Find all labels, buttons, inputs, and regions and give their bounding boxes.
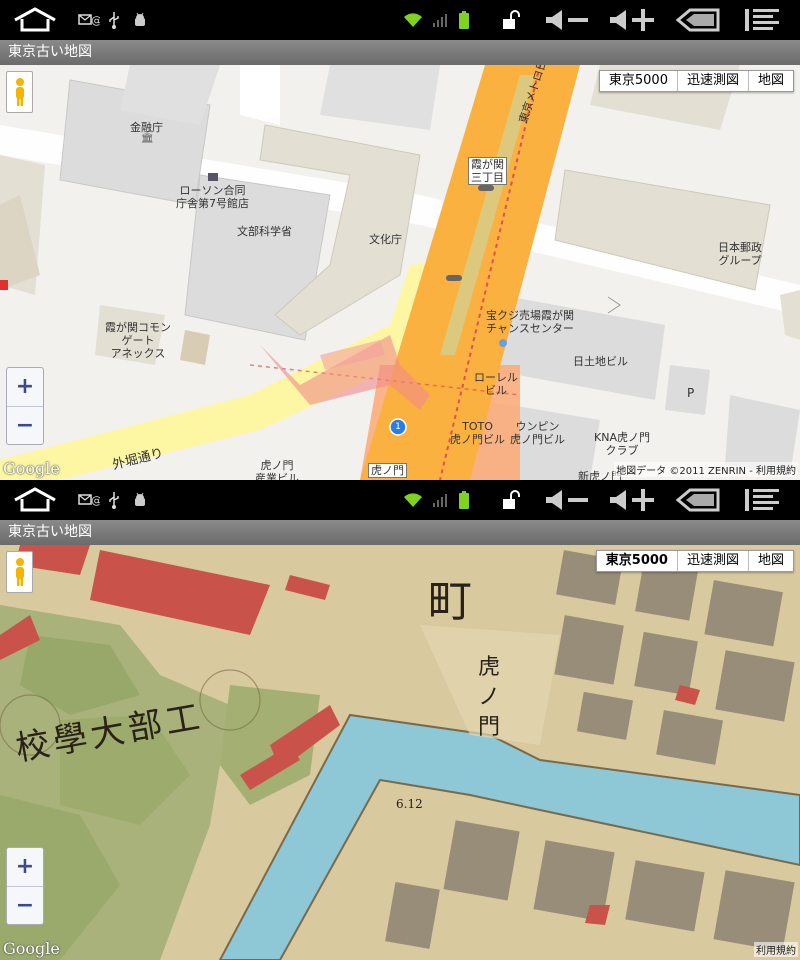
label-laurel: ローレル ビル (474, 371, 518, 397)
screen-map-view: @ 東京古い地図 (0, 0, 800, 480)
battery-icon (456, 480, 472, 520)
home-icon[interactable] (12, 480, 58, 520)
zoom-out-button[interactable]: − (7, 886, 43, 924)
unlock-icon[interactable] (500, 480, 522, 520)
google-logo: Google (3, 939, 60, 958)
station-toranomon[interactable]: 虎ノ門 (368, 463, 407, 478)
system-status-bar: @ (0, 0, 800, 40)
map-type-selector: 東京5000 迅速測図 地図 (595, 550, 794, 572)
home-icon[interactable] (12, 0, 58, 40)
map-type-selector: 東京5000 迅速測図 地図 (598, 70, 794, 92)
google-logo: Google (3, 459, 60, 478)
map-type-tokyo5000[interactable]: 東京5000 (596, 551, 677, 571)
label-elevation: 6.12 (396, 797, 423, 811)
label-toto: TOTO 虎ノ門ビル (450, 420, 505, 446)
map-type-jinsoku[interactable]: 迅速測図 (676, 71, 748, 91)
label-nittochi: 日土地ビル (573, 355, 628, 368)
app-title: 東京古い地図 (8, 44, 92, 60)
signal-icon (430, 480, 450, 520)
usb-icon (106, 480, 122, 520)
map-attribution[interactable]: 地図データ ©2011 ZENRIN - 利用規約 (614, 462, 798, 477)
unlock-icon[interactable] (500, 0, 522, 40)
wifi-icon (402, 0, 424, 40)
zoom-control: + − (6, 367, 44, 445)
map-canvas[interactable]: 町 虎 ノ 門 校學大部工 6.12 東京5000 迅速測図 地図 + − Go… (0, 545, 800, 960)
menu-icon[interactable] (744, 0, 780, 40)
app-title-bar: 東京古い地図 (0, 520, 800, 545)
label-toranomon-sangyo: 虎ノ門 産業ビル (255, 459, 299, 480)
map-type-tokyo5000[interactable]: 東京5000 (599, 71, 677, 91)
route-shield-1: 1 (395, 422, 401, 432)
wifi-icon (402, 480, 424, 520)
modern-map-tiles: 🏛 P (0, 65, 800, 480)
app-title: 東京古い地図 (8, 524, 92, 540)
svg-text:@: @ (91, 494, 100, 507)
volume-down-icon[interactable] (544, 480, 590, 520)
android-debug-icon (130, 480, 150, 520)
signal-icon (430, 0, 450, 40)
back-icon[interactable] (674, 0, 720, 40)
label-lawson: ローソン合同 庁舎第7号館店 (176, 184, 249, 210)
map-type-jinsoku[interactable]: 迅速測図 (676, 551, 748, 571)
svg-text:P: P (687, 386, 694, 400)
zoom-in-button[interactable]: + (7, 368, 43, 406)
old-map-tiles (0, 545, 800, 960)
street-view-pegman-icon[interactable] (6, 551, 33, 593)
station-kasumigaseki-3chome[interactable]: 霞が関 三丁目 (468, 157, 507, 185)
label-takarakuji: 宝クジ売場霞が関 チャンスセンター (486, 309, 574, 335)
volume-down-icon[interactable] (544, 0, 590, 40)
label-kna: KNA虎ノ門 クラブ (594, 431, 650, 457)
screen-old-map-view: @ 東京古い地図 (0, 480, 800, 960)
map-type-map[interactable]: 地図 (747, 71, 793, 91)
email-notification-icon: @ (78, 480, 100, 520)
label-bunka: 文化庁 (369, 233, 402, 246)
volume-up-icon[interactable] (608, 0, 656, 40)
usb-icon (106, 0, 122, 40)
label-kinyucho: 金融庁 (130, 121, 163, 134)
label-nihon-yusei: 日本郵政 グループ (718, 241, 762, 267)
label-monbu: 文部科学省 (237, 225, 292, 238)
zoom-out-button[interactable]: − (7, 406, 43, 444)
label-unpin: ウンピン 虎ノ門ビル (510, 420, 565, 446)
map-type-map[interactable]: 地図 (747, 551, 793, 571)
map-canvas[interactable]: 🏛 P 金融庁 ローソン合同 庁舎第7号館店 文部科学省 文化庁 霞が関コモン … (0, 65, 800, 480)
map-attribution[interactable]: 利用規約 (754, 942, 798, 957)
svg-text:@: @ (91, 14, 100, 27)
label-tora-no-mon: 虎 ノ 門 (478, 655, 501, 740)
battery-icon (456, 0, 472, 40)
android-debug-icon (130, 0, 150, 40)
email-notification-icon: @ (78, 0, 100, 40)
back-icon[interactable] (674, 480, 720, 520)
label-kasumi-annex: 霞が関コモン ゲート アネックス (105, 321, 171, 360)
volume-up-icon[interactable] (608, 480, 656, 520)
zoom-in-button[interactable]: + (7, 848, 43, 886)
label-machi: 町 (428, 576, 472, 627)
app-title-bar: 東京古い地図 (0, 40, 800, 65)
menu-icon[interactable] (744, 480, 780, 520)
system-status-bar: @ (0, 480, 800, 520)
street-view-pegman-icon[interactable] (6, 71, 33, 113)
zoom-control: + − (6, 847, 44, 925)
